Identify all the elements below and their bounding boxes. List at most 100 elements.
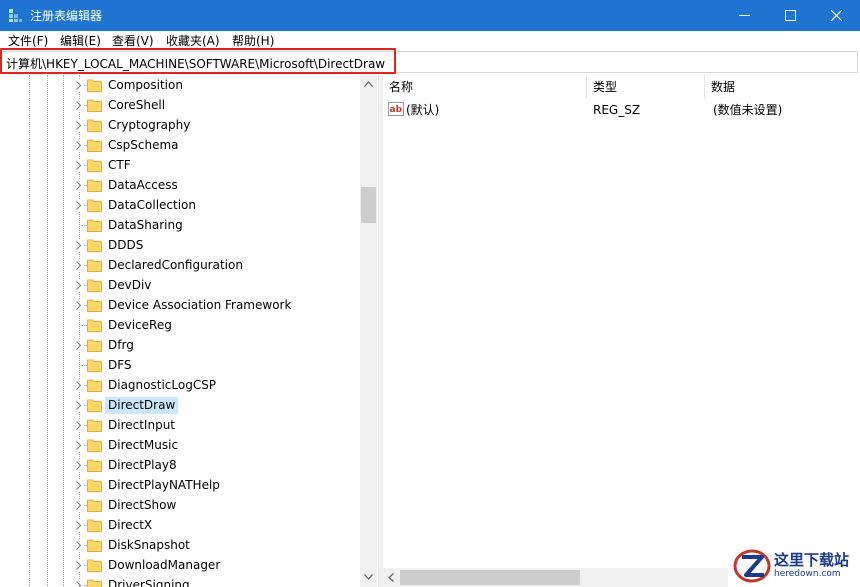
tree-item-label[interactable]: DataSharing <box>105 217 186 234</box>
tree-item[interactable]: DiskSnapshot <box>1 535 361 555</box>
column-header-type[interactable]: 类型 <box>587 75 705 99</box>
horizontal-scroll-thumb[interactable] <box>400 570 580 585</box>
chevron-down-icon <box>364 573 373 580</box>
tree-item[interactable]: DDDS <box>1 235 361 255</box>
tree-expander[interactable] <box>73 339 83 351</box>
tree-item[interactable]: DirectPlayNATHelp <box>1 475 361 495</box>
tree-item-label[interactable]: DevDiv <box>105 277 154 294</box>
tree-item[interactable]: DriverSigning <box>1 575 361 587</box>
tree-expander[interactable] <box>73 239 83 251</box>
tree-item[interactable]: CTF <box>1 155 361 175</box>
tree-item-label[interactable]: Composition <box>105 77 186 94</box>
tree-item-label[interactable]: CspSchema <box>105 137 182 154</box>
tree-item[interactable]: DirectInput <box>1 415 361 435</box>
tree-item-label[interactable]: DDDS <box>105 237 146 254</box>
tree-item-label[interactable]: DataAccess <box>105 177 181 194</box>
key-tree[interactable]: Composition CoreShell Cryptography CspSchem… <box>1 75 378 587</box>
tree-item-label[interactable]: DriverSigning <box>105 577 193 587</box>
menu-edit[interactable]: 编辑(E) <box>60 33 101 49</box>
tree-expander[interactable] <box>73 579 83 587</box>
tree-item-label[interactable]: Cryptography <box>105 117 193 134</box>
tree-expander[interactable] <box>73 519 83 531</box>
tree-item[interactable]: DataCollection <box>1 195 361 215</box>
tree-item[interactable]: DirectX <box>1 515 361 535</box>
value-row[interactable]: ab (默认) REG_SZ (数值未设置) <box>383 101 860 119</box>
tree-expander[interactable] <box>73 119 83 131</box>
menu-view[interactable]: 查看(V) <box>112 33 154 49</box>
tree-item[interactable]: Device Association Framework <box>1 295 361 315</box>
tree-expander[interactable] <box>73 479 83 491</box>
value-data: (数值未设置) <box>713 103 783 117</box>
tree-item-label[interactable]: DirectX <box>105 517 155 534</box>
tree-item-label[interactable]: CTF <box>105 157 134 174</box>
close-button[interactable] <box>813 0 859 31</box>
tree-expander[interactable] <box>73 459 83 471</box>
tree-expander[interactable] <box>73 79 83 91</box>
tree-item[interactable]: DirectMusic <box>1 435 361 455</box>
tree-item-label[interactable]: DirectPlayNATHelp <box>105 477 223 494</box>
tree-item[interactable]: DirectPlay8 <box>1 455 361 475</box>
tree-expander[interactable] <box>73 559 83 571</box>
tree-item[interactable]: DownloadManager <box>1 555 361 575</box>
menu-help[interactable]: 帮助(H) <box>232 33 274 49</box>
tree-item-label[interactable]: DiskSnapshot <box>105 537 193 554</box>
tree-expander[interactable] <box>73 99 83 111</box>
tree-expander[interactable] <box>73 179 83 191</box>
tree-expander[interactable] <box>73 539 83 551</box>
tree-item[interactable]: DFS <box>1 355 361 375</box>
tree-expander[interactable] <box>73 299 83 311</box>
tree-item[interactable]: CoreShell <box>1 95 361 115</box>
tree-item-label[interactable]: DownloadManager <box>105 557 223 574</box>
tree-item-label[interactable]: DeviceReg <box>105 317 175 334</box>
tree-item-label[interactable]: DFS <box>105 357 135 374</box>
tree-item[interactable]: Cryptography <box>1 115 361 135</box>
tree-expander[interactable] <box>73 439 83 451</box>
tree-expander[interactable] <box>73 379 83 391</box>
tree-expander[interactable] <box>73 419 83 431</box>
tree-item[interactable]: Composition <box>1 75 361 95</box>
scroll-thumb[interactable] <box>361 187 376 223</box>
tree-item[interactable]: DirectDraw <box>1 395 361 415</box>
tree-item-label[interactable]: DirectInput <box>105 417 178 434</box>
tree-item-label[interactable]: Device Association Framework <box>105 297 294 314</box>
tree-expander[interactable] <box>73 499 83 511</box>
tree-item-label[interactable]: CoreShell <box>105 97 168 114</box>
tree-item[interactable]: CspSchema <box>1 135 361 155</box>
tree-expander[interactable] <box>73 199 83 211</box>
scroll-down-button[interactable] <box>360 568 377 585</box>
tree-item[interactable]: DiagnosticLogCSP <box>1 375 361 395</box>
tree-item-label[interactable]: DeclaredConfiguration <box>105 257 246 274</box>
tree-vertical-scrollbar[interactable] <box>360 75 377 587</box>
tree-expander[interactable] <box>73 159 83 171</box>
tree-item[interactable]: DeviceReg <box>1 315 361 335</box>
menu-file[interactable]: 文件(F) <box>8 33 48 49</box>
column-header-data[interactable]: 数据 <box>705 75 860 99</box>
value-list[interactable]: 名称 类型 数据 ab (默认) REG_SZ (数值未设置) <box>383 75 860 587</box>
tree-expander[interactable] <box>73 279 83 291</box>
tree-expander[interactable] <box>73 139 83 151</box>
tree-item-label[interactable]: DiagnosticLogCSP <box>105 377 219 394</box>
chevron-up-icon <box>364 80 373 87</box>
tree-item[interactable]: DeclaredConfiguration <box>1 255 361 275</box>
scroll-left-button[interactable] <box>385 571 397 584</box>
tree-expander[interactable] <box>73 259 83 271</box>
tree-item-label[interactable]: DataCollection <box>105 197 199 214</box>
folder-icon <box>87 339 102 352</box>
tree-expander[interactable] <box>73 399 83 411</box>
tree-item[interactable]: DataAccess <box>1 175 361 195</box>
tree-item-label[interactable]: DirectShow <box>105 497 179 514</box>
scroll-up-button[interactable] <box>360 75 377 92</box>
tree-item[interactable]: DirectShow <box>1 495 361 515</box>
tree-item[interactable]: DataSharing <box>1 215 361 235</box>
tree-item[interactable]: DevDiv <box>1 275 361 295</box>
tree-item-label[interactable]: Dfrg <box>105 337 137 354</box>
column-header-name[interactable]: 名称 <box>383 75 587 99</box>
menu-favorites[interactable]: 收藏夹(A) <box>166 33 220 49</box>
tree-item-label[interactable]: DirectMusic <box>105 437 181 454</box>
watermark-subtext: heredown.com <box>774 569 841 579</box>
tree-item-label[interactable]: DirectPlay8 <box>105 457 180 474</box>
tree-item[interactable]: Dfrg <box>1 335 361 355</box>
tree-item-label[interactable]: DirectDraw <box>105 397 179 414</box>
maximize-button[interactable] <box>767 0 813 31</box>
minimize-button[interactable] <box>721 0 767 31</box>
